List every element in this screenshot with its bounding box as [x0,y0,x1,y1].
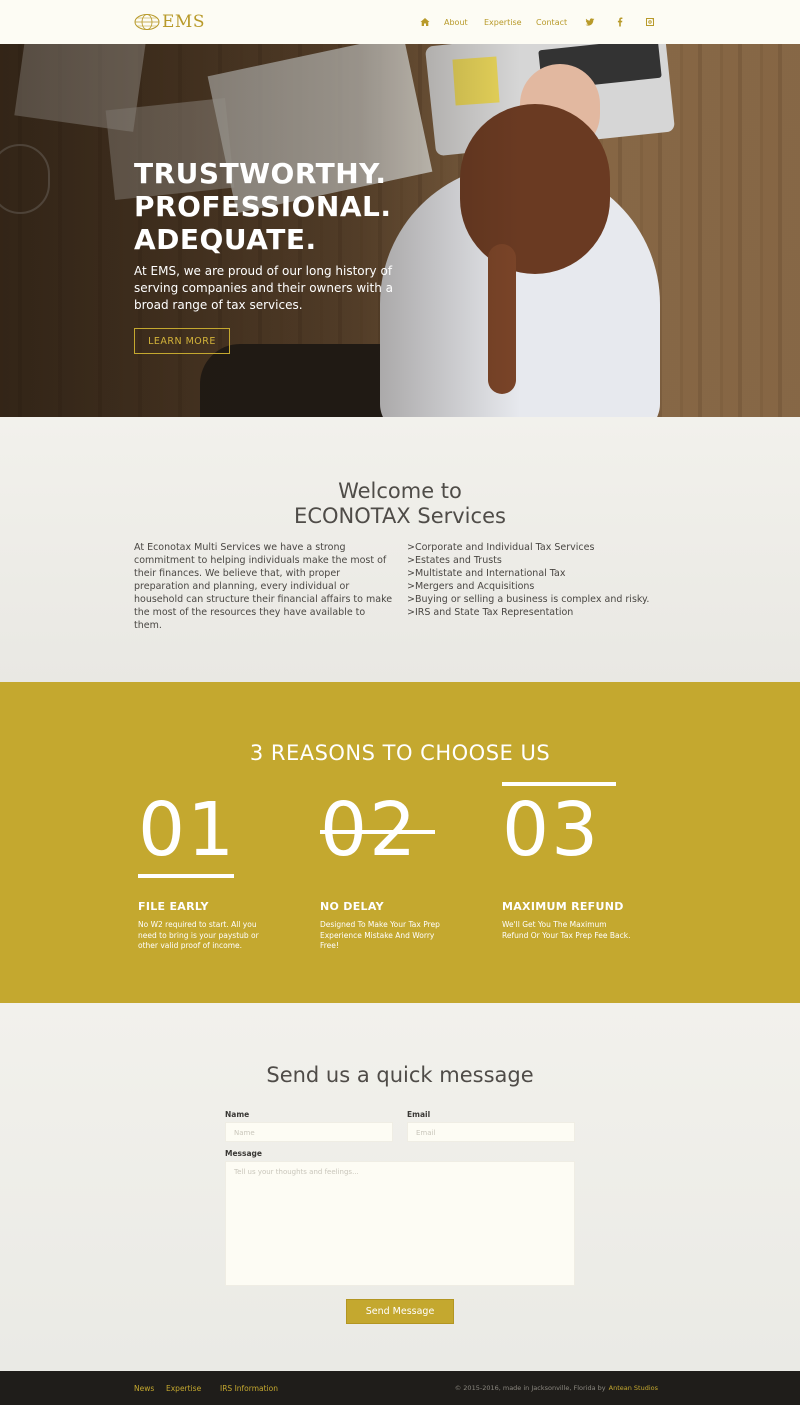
facebook-icon[interactable] [613,15,627,29]
welcome-paragraph: At Econotax Multi Services we have a str… [134,542,393,631]
reason-number: 03 [502,787,601,873]
message-field[interactable]: Tell us your thoughts and feelings... [225,1161,575,1286]
service-item: >Mergers and Acquisitions [407,581,535,592]
welcome-section: Welcome to ECONOTAX Services At Econotax… [0,417,800,682]
nav-home[interactable] [418,0,432,44]
nav-contact[interactable]: Contact [536,18,567,27]
twitter-icon[interactable] [583,15,597,29]
reason-card: 02 NO DELAY Designed To Make Your Tax Pr… [320,782,490,950]
footer-link-news[interactable]: News [134,1371,154,1405]
reason-text: We'll Get You The Maximum Refund Or Your… [502,920,631,940]
reason-heading: FILE EARLY [138,900,209,913]
nav-about[interactable]: About [444,18,468,27]
site-header: EMS About Expertise Contact [0,0,800,44]
send-message-button[interactable]: Send Message [346,1299,454,1324]
footer-link-irs-information[interactable]: IRS Information [220,1371,278,1405]
reason-card: 03 MAXIMUM REFUND We'll Get You The Maxi… [502,782,672,940]
copyright-label: © 2015-2016, made in Jacksonville, Flori… [454,1384,606,1392]
hero-title: TRUSTWORTHY. PROFESSIONAL. ADEQUATE. [134,157,392,256]
name-field[interactable]: Name [225,1122,393,1142]
hero-section: TRUSTWORTHY. PROFESSIONAL. ADEQUATE. At … [0,44,800,417]
name-label: Name [225,1110,250,1119]
globe-icon [134,14,160,30]
message-label: Message [225,1149,262,1158]
service-item: >Corporate and Individual Tax Services [407,542,595,553]
underline-accent [138,874,234,878]
reasons-title: 3 REASONS TO CHOOSE US [249,741,551,765]
welcome-title: Welcome to ECONOTAX Services [294,479,506,528]
reasons-section: 3 REASONS TO CHOOSE US 01 FILE EARLY No … [0,682,800,1003]
contact-title: Send us a quick message [266,1063,534,1087]
contact-section: Send us a quick message Name Name Email … [0,1003,800,1371]
studio-link[interactable]: Antean Studios [609,1384,658,1392]
services-list: >Corporate and Individual Tax Services >… [407,541,667,619]
nav-expertise[interactable]: Expertise [484,18,522,27]
reason-text: No W2 required to start. All you need to… [138,920,259,950]
copyright-text: © 2015-2016, made in Jacksonville, Flori… [455,1371,658,1405]
reason-card: 01 FILE EARLY No W2 required to start. A… [138,782,308,950]
email-field[interactable]: Email [407,1122,575,1142]
instagram-icon[interactable] [643,15,657,29]
service-item: >Buying or selling a business is complex… [407,594,650,605]
reason-text: Designed To Make Your Tax Prep Experienc… [320,920,440,950]
reason-number: 01 [138,787,237,873]
reason-heading: MAXIMUM REFUND [502,900,624,913]
service-item: >IRS and State Tax Representation [407,607,574,618]
logo-text: EMS [162,12,205,32]
strikethrough-accent [320,830,435,834]
footer-link-expertise[interactable]: Expertise [166,1371,201,1405]
learn-more-button[interactable]: LEARN MORE [134,328,230,354]
service-item: >Estates and Trusts [407,555,502,566]
site-footer: News Expertise IRS Information © 2015-20… [0,1371,800,1405]
logo[interactable]: EMS [134,10,205,34]
home-icon[interactable] [418,15,432,29]
service-item: >Multistate and International Tax [407,568,566,579]
email-label: Email [407,1110,431,1119]
reason-heading: NO DELAY [320,900,384,913]
hero-text: At EMS, we are proud of our long history… [134,264,393,312]
